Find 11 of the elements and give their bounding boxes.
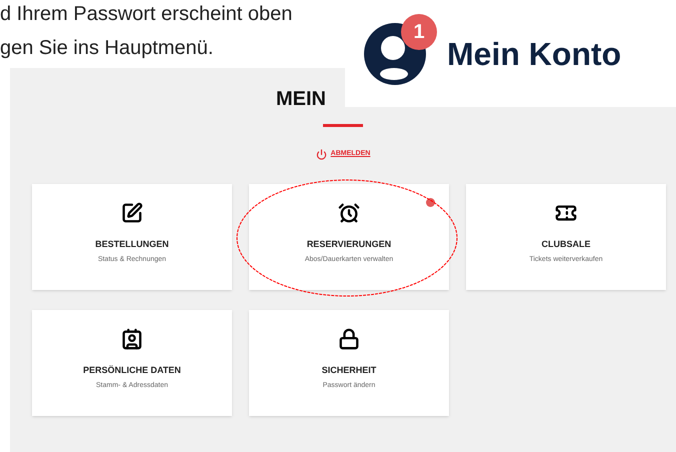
pen-icon [121,202,143,224]
notification-badge: 1 [401,14,437,50]
power-icon [316,149,327,160]
lock-icon [338,328,360,350]
title-underline [323,124,363,127]
intro-text: gen Sie ins Hauptmenü. [0,36,214,61]
page-title: MEIN [276,87,326,112]
id-card-icon [121,328,143,350]
account-title: Mein Konto [447,34,622,74]
intro-text: d Ihrem Passwort erscheint oben [0,2,292,27]
alarm-clock-icon [338,202,360,224]
